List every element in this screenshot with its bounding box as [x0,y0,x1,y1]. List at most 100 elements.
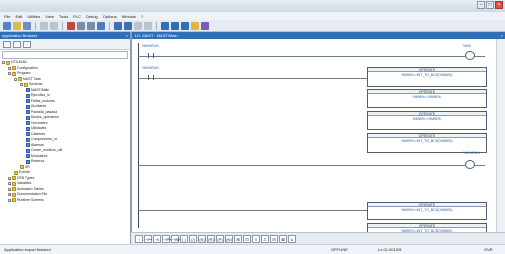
expand-icon[interactable]: + [8,193,11,197]
folder-icon [12,181,16,186]
editor-close-icon[interactable]: × [501,32,503,39]
operate-block[interactable]: OPERATE %MW%:=INT_TO_BCD(%MW0); [367,202,487,220]
palette-tool[interactable]: ⊣P⊢ [162,234,173,243]
expand-icon[interactable]: + [8,187,11,191]
palette-tool[interactable]: (/) [189,234,197,243]
vertical-scrollbar[interactable] [496,39,505,254]
redo-icon[interactable] [50,21,58,30]
palette-tool[interactable]: ↑ [135,234,143,243]
operate-block-expression: %MW%:=%MW%; [412,95,442,99]
ld-section-icon [26,132,30,137]
palette-tool[interactable]: ↳ [288,234,296,243]
menu-edit[interactable]: Edit [15,14,22,19]
expand-icon[interactable]: + [8,198,11,202]
rung-line [138,165,485,166]
new-icon[interactable] [3,21,11,30]
ladder-palette: ↑ ⊣⊢ ⊣/⊢ ⊣P⊢ ⊣N⊢ ( ) (/) (S) (R) (P) (N)… [131,232,505,249]
operate-block[interactable]: OPERATE %MW%:=INT_TO_BCD(%MW0); [367,133,487,153]
collapse-icon[interactable]: − [14,77,17,81]
browser-toolbar [0,39,130,50]
palette-tool[interactable]: (P) [216,234,224,243]
paste-icon[interactable] [87,21,95,30]
undo-icon[interactable] [40,21,48,30]
run-icon[interactable] [171,21,179,30]
palette-tool[interactable]: ⊞ [234,234,242,243]
palette-tool[interactable]: (R) [207,234,215,243]
ld-section-icon [26,154,30,159]
rung-line [138,78,378,79]
window-view-icon[interactable] [23,40,31,48]
menu-tools[interactable]: Tools [59,14,68,19]
contact-element[interactable] [148,75,154,80]
transfer-icon[interactable] [161,21,169,30]
menu-utilities[interactable]: Utilities [27,14,40,19]
operate-block-expression: %MW%:=INT_TO_BCD(%MW0); [401,208,453,212]
structural-view-icon[interactable] [3,40,11,48]
cut-icon[interactable] [67,21,75,30]
folder-icon [12,187,16,192]
menu-view[interactable]: View [45,14,54,19]
rebuild-icon[interactable] [124,21,132,30]
copy-icon[interactable] [77,21,85,30]
palette-tool[interactable]: ⊣/⊢ [153,234,161,249]
folder-icon [18,77,22,82]
expand-icon[interactable]: + [8,176,11,180]
menu-file[interactable]: File [4,14,10,19]
menu-debug[interactable]: Debug [86,14,98,19]
close-button[interactable]: × [495,1,503,9]
ld-section-icon [26,93,30,98]
ld-section-icon [26,121,30,126]
menu-help[interactable]: ? [141,14,143,19]
palette-tool[interactable]: (N) [225,234,233,243]
menu-options[interactable]: Options [103,14,117,19]
build-icon[interactable] [114,21,122,30]
folder-icon [24,82,28,87]
contact-element[interactable] [148,53,154,58]
maximize-button[interactable]: □ [486,1,494,9]
operate-block[interactable]: OPERATE %MW%:=%MW%; [367,89,487,108]
save-icon[interactable] [23,21,31,30]
folder-icon [6,60,10,65]
browser-search-input[interactable] [2,51,128,59]
help-icon[interactable] [201,21,209,30]
menu-window[interactable]: Window [122,14,136,19]
open-icon[interactable] [13,21,21,30]
functional-view-icon[interactable] [13,40,21,48]
coil-element[interactable] [465,160,475,169]
minimize-button[interactable]: – [477,1,485,9]
main-toolbar [0,20,505,32]
print-icon[interactable] [97,21,105,30]
expand-icon[interactable]: + [8,66,11,70]
collapse-icon[interactable]: − [8,72,11,76]
palette-tool[interactable]: ⊣N⊢ [171,234,182,243]
menu-plc[interactable]: PLC [73,14,81,19]
toolbar-separator [156,21,157,30]
palette-tool[interactable]: ⊡ [243,234,251,243]
collapse-icon[interactable]: − [2,61,5,65]
palette-tool[interactable]: ⊣⊢ [144,234,152,243]
operate-block[interactable]: OPERATE %MW%:=INT_TO_BCD(%MW0); [367,67,487,87]
operate-block-expression: %MW%:=INT_TO_BCD(%MW0); [401,139,453,143]
browser-close-icon[interactable]: × [126,32,128,39]
menu-bar: File Edit Utilities View Tools PLC Debug… [0,12,505,20]
collapse-icon[interactable]: − [20,83,23,87]
animation-icon[interactable] [191,21,199,30]
tree-node[interactable]: + Runtime Screens [2,198,130,204]
disconnect-icon[interactable] [144,21,152,30]
ld-section-icon [26,126,30,131]
ladder-canvas[interactable]: %M%RUN %M0 %M%RUN OPERATE %MW%:=INT_TO_B… [132,39,497,254]
expand-icon[interactable]: + [8,182,11,186]
palette-tool[interactable]: ⊟ [270,234,278,243]
connect-icon[interactable] [134,21,142,30]
palette-tool[interactable]: (S) [198,234,206,243]
folder-icon [12,198,16,203]
palette-tool[interactable]: ( ) [180,234,188,243]
palette-tool[interactable]: ≡ [252,234,260,243]
palette-tool[interactable]: ⎍ [261,234,269,243]
window-titlebar: – □ × [0,0,505,12]
operate-block-header: OPERATE [368,134,486,138]
operate-block[interactable]: OPERATE %MW%:=%MW%; [367,111,487,130]
palette-tool[interactable]: ⊠ [279,234,287,243]
stop-icon[interactable] [181,21,189,30]
coil-element[interactable] [465,51,475,60]
